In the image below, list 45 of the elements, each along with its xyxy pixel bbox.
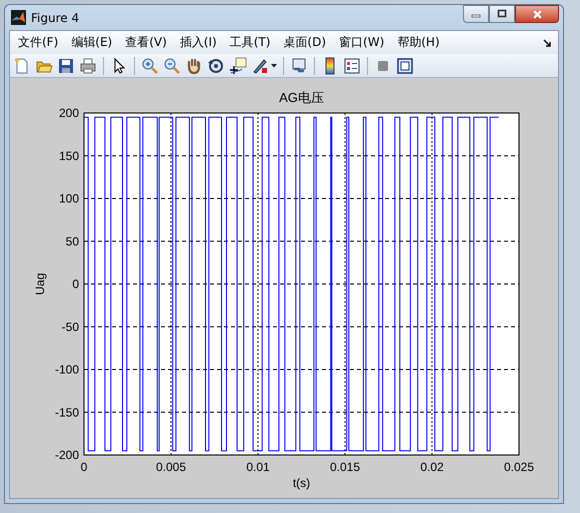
menu-item[interactable]: 工具(T) bbox=[226, 32, 280, 53]
y-axis-label: Uag bbox=[33, 273, 47, 295]
tick-label: 100 bbox=[58, 192, 79, 206]
window-frame-icon[interactable] bbox=[396, 56, 414, 74]
maximize-button[interactable] bbox=[489, 5, 515, 23]
chart-title: AG电压 bbox=[279, 90, 324, 105]
tick-label: 50 bbox=[66, 234, 79, 248]
zoom-in-icon[interactable] bbox=[141, 56, 159, 74]
tick-label: 200 bbox=[58, 106, 79, 120]
tick-label: -200 bbox=[54, 448, 79, 462]
menu-item[interactable]: 插入(I) bbox=[176, 32, 226, 53]
tick-label: 0.025 bbox=[504, 460, 534, 474]
hand-icon[interactable] bbox=[185, 56, 203, 74]
close-icon bbox=[532, 8, 542, 20]
menu-item[interactable]: 窗口(W) bbox=[335, 32, 394, 53]
minimize-button[interactable] bbox=[463, 5, 489, 23]
tick-label: -150 bbox=[54, 405, 79, 420]
menu-item[interactable]: 文件(F) bbox=[14, 32, 68, 53]
menu-item[interactable]: 帮助(H) bbox=[393, 32, 449, 53]
tick-label: 0 bbox=[80, 460, 88, 474]
close-button[interactable] bbox=[515, 5, 559, 23]
tick-label: -100 bbox=[54, 362, 79, 376]
tick-label: 0.005 bbox=[156, 460, 186, 474]
legend-icon[interactable] bbox=[343, 56, 361, 74]
tick-label: 0.01 bbox=[246, 460, 270, 474]
x-axis-label: t(s) bbox=[292, 476, 310, 490]
window-title: Figure 4 bbox=[31, 10, 80, 24]
tick-label: 0 bbox=[72, 277, 79, 291]
app-logo-icon bbox=[11, 10, 26, 25]
zoom-out-icon[interactable] bbox=[163, 56, 181, 74]
printer-icon[interactable] bbox=[79, 56, 97, 74]
rotate-icon[interactable] bbox=[207, 56, 225, 74]
save-icon[interactable] bbox=[57, 56, 75, 74]
maximize-icon bbox=[497, 9, 507, 19]
tick-label: -50 bbox=[62, 320, 79, 334]
brush-icon[interactable] bbox=[251, 56, 269, 74]
tick-label: 150 bbox=[58, 148, 79, 163]
menu-item[interactable]: 桌面(D) bbox=[279, 32, 336, 53]
tick-label: 0.02 bbox=[420, 460, 444, 474]
dock-arrow-icon[interactable] bbox=[543, 38, 551, 46]
dropdown-caret-icon[interactable] bbox=[271, 64, 277, 68]
data-cursor-icon[interactable] bbox=[229, 56, 247, 74]
menu-item[interactable]: 编辑(E) bbox=[67, 32, 122, 53]
menu-item[interactable]: 查看(V) bbox=[121, 32, 176, 53]
tick-label: 0.015 bbox=[330, 460, 360, 474]
